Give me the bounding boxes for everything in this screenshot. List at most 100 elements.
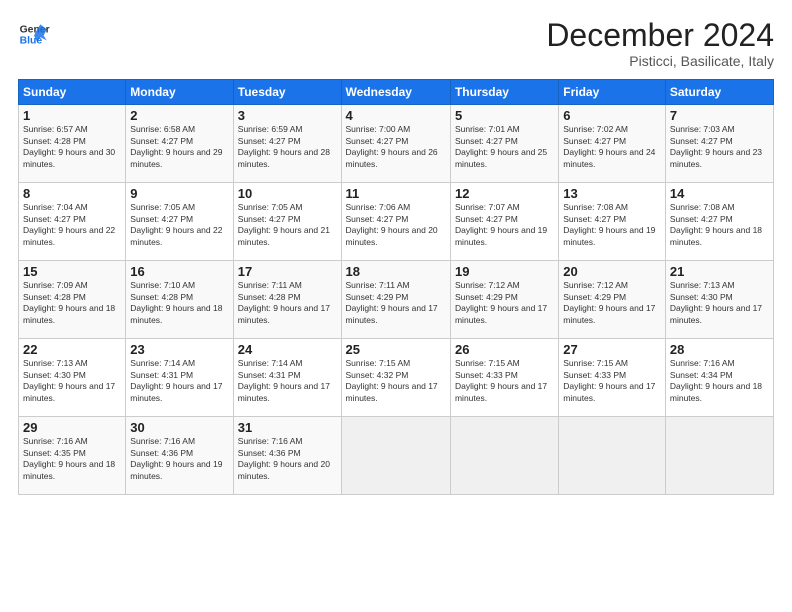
day-number: 19: [455, 264, 554, 279]
day-number: 7: [670, 108, 769, 123]
day-info: Sunrise: 7:00 AMSunset: 4:27 PMDaylight:…: [346, 124, 438, 168]
calendar-cell: [559, 417, 666, 495]
calendar-cell: 17 Sunrise: 7:11 AMSunset: 4:28 PMDaylig…: [233, 261, 341, 339]
calendar-cell: 28 Sunrise: 7:16 AMSunset: 4:34 PMDaylig…: [665, 339, 773, 417]
calendar-cell: 19 Sunrise: 7:12 AMSunset: 4:29 PMDaylig…: [450, 261, 558, 339]
day-info: Sunrise: 7:14 AMSunset: 4:31 PMDaylight:…: [238, 358, 330, 402]
day-number: 14: [670, 186, 769, 201]
day-number: 26: [455, 342, 554, 357]
day-number: 5: [455, 108, 554, 123]
day-info: Sunrise: 7:04 AMSunset: 4:27 PMDaylight:…: [23, 202, 115, 246]
header-row: Sunday Monday Tuesday Wednesday Thursday…: [19, 80, 774, 105]
day-info: Sunrise: 7:05 AMSunset: 4:27 PMDaylight:…: [238, 202, 330, 246]
day-number: 23: [130, 342, 228, 357]
day-info: Sunrise: 7:16 AMSunset: 4:36 PMDaylight:…: [238, 436, 330, 480]
day-info: Sunrise: 7:14 AMSunset: 4:31 PMDaylight:…: [130, 358, 222, 402]
calendar-cell: [450, 417, 558, 495]
day-info: Sunrise: 7:08 AMSunset: 4:27 PMDaylight:…: [670, 202, 762, 246]
calendar-cell: [341, 417, 450, 495]
title-block: December 2024 Pisticci, Basilicate, Ital…: [546, 18, 774, 69]
calendar-cell: 1 Sunrise: 6:57 AMSunset: 4:28 PMDayligh…: [19, 105, 126, 183]
calendar-cell: 22 Sunrise: 7:13 AMSunset: 4:30 PMDaylig…: [19, 339, 126, 417]
day-number: 30: [130, 420, 228, 435]
calendar-cell: 11 Sunrise: 7:06 AMSunset: 4:27 PMDaylig…: [341, 183, 450, 261]
calendar-week-2: 8 Sunrise: 7:04 AMSunset: 4:27 PMDayligh…: [19, 183, 774, 261]
calendar-cell: [665, 417, 773, 495]
calendar-cell: 14 Sunrise: 7:08 AMSunset: 4:27 PMDaylig…: [665, 183, 773, 261]
day-info: Sunrise: 7:12 AMSunset: 4:29 PMDaylight:…: [563, 280, 655, 324]
calendar-cell: 5 Sunrise: 7:01 AMSunset: 4:27 PMDayligh…: [450, 105, 558, 183]
day-number: 12: [455, 186, 554, 201]
day-info: Sunrise: 7:16 AMSunset: 4:34 PMDaylight:…: [670, 358, 762, 402]
day-number: 2: [130, 108, 228, 123]
col-thursday: Thursday: [450, 80, 558, 105]
day-number: 4: [346, 108, 446, 123]
col-sunday: Sunday: [19, 80, 126, 105]
day-info: Sunrise: 7:13 AMSunset: 4:30 PMDaylight:…: [670, 280, 762, 324]
day-number: 17: [238, 264, 337, 279]
day-info: Sunrise: 6:58 AMSunset: 4:27 PMDaylight:…: [130, 124, 222, 168]
day-number: 1: [23, 108, 121, 123]
header: General Blue December 2024 Pisticci, Bas…: [18, 18, 774, 69]
day-number: 31: [238, 420, 337, 435]
day-info: Sunrise: 7:16 AMSunset: 4:36 PMDaylight:…: [130, 436, 222, 480]
page: General Blue December 2024 Pisticci, Bas…: [0, 0, 792, 612]
day-number: 3: [238, 108, 337, 123]
day-info: Sunrise: 7:08 AMSunset: 4:27 PMDaylight:…: [563, 202, 655, 246]
calendar-cell: 31 Sunrise: 7:16 AMSunset: 4:36 PMDaylig…: [233, 417, 341, 495]
calendar-cell: 16 Sunrise: 7:10 AMSunset: 4:28 PMDaylig…: [126, 261, 233, 339]
day-number: 27: [563, 342, 661, 357]
day-number: 15: [23, 264, 121, 279]
col-tuesday: Tuesday: [233, 80, 341, 105]
day-info: Sunrise: 7:09 AMSunset: 4:28 PMDaylight:…: [23, 280, 115, 324]
calendar-cell: 25 Sunrise: 7:15 AMSunset: 4:32 PMDaylig…: [341, 339, 450, 417]
calendar-cell: 27 Sunrise: 7:15 AMSunset: 4:33 PMDaylig…: [559, 339, 666, 417]
day-number: 21: [670, 264, 769, 279]
location-subtitle: Pisticci, Basilicate, Italy: [546, 53, 774, 69]
calendar-cell: 8 Sunrise: 7:04 AMSunset: 4:27 PMDayligh…: [19, 183, 126, 261]
calendar-cell: 30 Sunrise: 7:16 AMSunset: 4:36 PMDaylig…: [126, 417, 233, 495]
day-number: 6: [563, 108, 661, 123]
day-info: Sunrise: 7:11 AMSunset: 4:29 PMDaylight:…: [346, 280, 438, 324]
col-friday: Friday: [559, 80, 666, 105]
calendar-week-3: 15 Sunrise: 7:09 AMSunset: 4:28 PMDaylig…: [19, 261, 774, 339]
calendar-cell: 7 Sunrise: 7:03 AMSunset: 4:27 PMDayligh…: [665, 105, 773, 183]
day-info: Sunrise: 7:11 AMSunset: 4:28 PMDaylight:…: [238, 280, 330, 324]
day-number: 16: [130, 264, 228, 279]
calendar-week-5: 29 Sunrise: 7:16 AMSunset: 4:35 PMDaylig…: [19, 417, 774, 495]
month-title: December 2024: [546, 18, 774, 53]
day-info: Sunrise: 7:01 AMSunset: 4:27 PMDaylight:…: [455, 124, 547, 168]
col-saturday: Saturday: [665, 80, 773, 105]
calendar-cell: 9 Sunrise: 7:05 AMSunset: 4:27 PMDayligh…: [126, 183, 233, 261]
day-info: Sunrise: 7:02 AMSunset: 4:27 PMDaylight:…: [563, 124, 655, 168]
col-monday: Monday: [126, 80, 233, 105]
calendar-cell: 23 Sunrise: 7:14 AMSunset: 4:31 PMDaylig…: [126, 339, 233, 417]
logo-icon: General Blue: [18, 18, 50, 50]
day-info: Sunrise: 7:12 AMSunset: 4:29 PMDaylight:…: [455, 280, 547, 324]
day-number: 11: [346, 186, 446, 201]
calendar-cell: 12 Sunrise: 7:07 AMSunset: 4:27 PMDaylig…: [450, 183, 558, 261]
day-number: 29: [23, 420, 121, 435]
day-info: Sunrise: 7:03 AMSunset: 4:27 PMDaylight:…: [670, 124, 762, 168]
calendar-cell: 29 Sunrise: 7:16 AMSunset: 4:35 PMDaylig…: [19, 417, 126, 495]
day-info: Sunrise: 7:07 AMSunset: 4:27 PMDaylight:…: [455, 202, 547, 246]
logo: General Blue: [18, 18, 50, 50]
day-number: 25: [346, 342, 446, 357]
calendar-cell: 4 Sunrise: 7:00 AMSunset: 4:27 PMDayligh…: [341, 105, 450, 183]
calendar-cell: 20 Sunrise: 7:12 AMSunset: 4:29 PMDaylig…: [559, 261, 666, 339]
day-number: 22: [23, 342, 121, 357]
calendar-cell: 3 Sunrise: 6:59 AMSunset: 4:27 PMDayligh…: [233, 105, 341, 183]
day-info: Sunrise: 7:05 AMSunset: 4:27 PMDaylight:…: [130, 202, 222, 246]
calendar-cell: 21 Sunrise: 7:13 AMSunset: 4:30 PMDaylig…: [665, 261, 773, 339]
calendar-cell: 15 Sunrise: 7:09 AMSunset: 4:28 PMDaylig…: [19, 261, 126, 339]
day-info: Sunrise: 6:59 AMSunset: 4:27 PMDaylight:…: [238, 124, 330, 168]
day-number: 10: [238, 186, 337, 201]
day-number: 24: [238, 342, 337, 357]
day-number: 13: [563, 186, 661, 201]
day-info: Sunrise: 7:15 AMSunset: 4:32 PMDaylight:…: [346, 358, 438, 402]
day-info: Sunrise: 7:10 AMSunset: 4:28 PMDaylight:…: [130, 280, 222, 324]
calendar-cell: 13 Sunrise: 7:08 AMSunset: 4:27 PMDaylig…: [559, 183, 666, 261]
day-info: Sunrise: 6:57 AMSunset: 4:28 PMDaylight:…: [23, 124, 115, 168]
calendar-week-4: 22 Sunrise: 7:13 AMSunset: 4:30 PMDaylig…: [19, 339, 774, 417]
calendar-cell: 2 Sunrise: 6:58 AMSunset: 4:27 PMDayligh…: [126, 105, 233, 183]
